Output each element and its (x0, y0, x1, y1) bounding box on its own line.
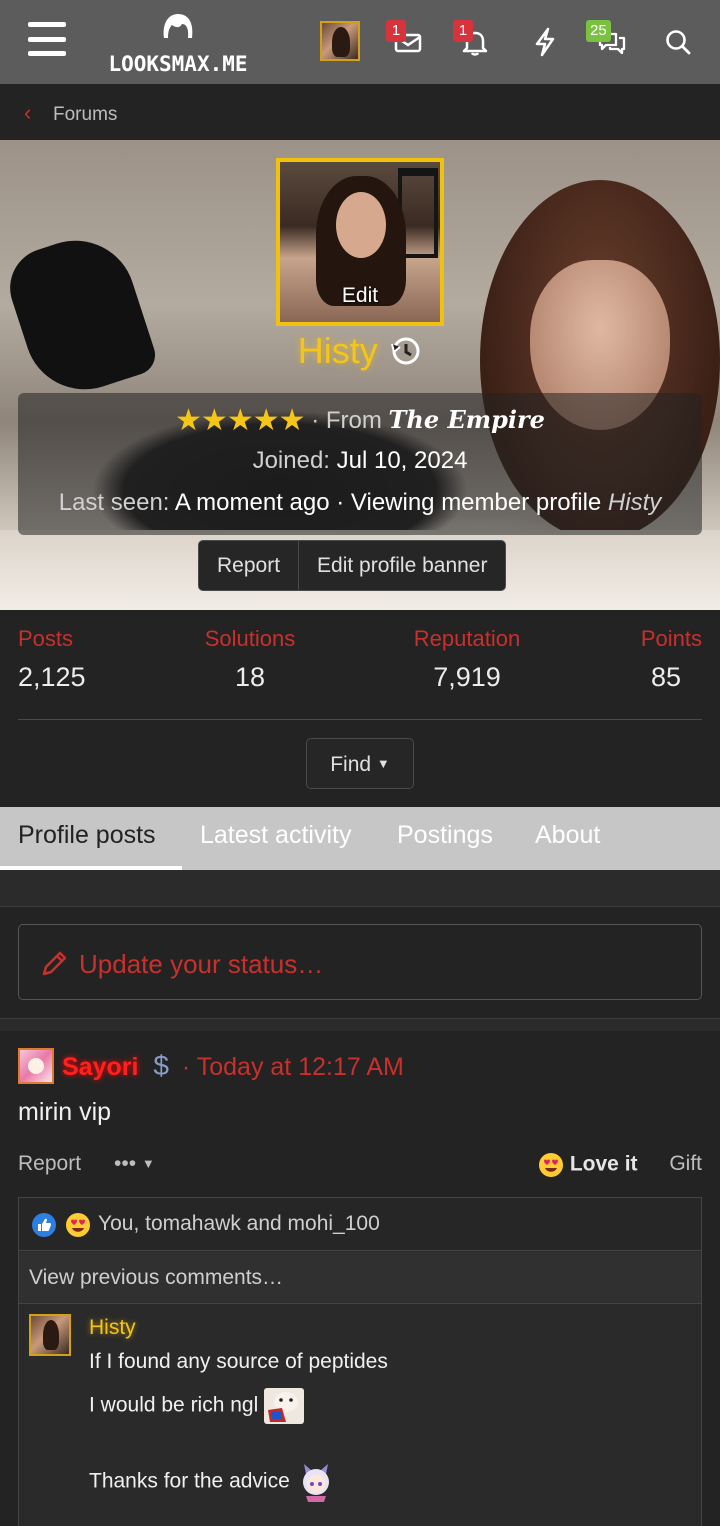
stat-posts[interactable]: Posts 2,125 (18, 626, 90, 693)
username-text: Histy (297, 330, 378, 371)
status-placeholder: Update your status… (79, 949, 324, 979)
find-menu-button[interactable]: Find ▼ (306, 738, 414, 789)
search-button[interactable] (660, 24, 696, 60)
chat-badge: 25 (586, 20, 611, 42)
profile-avatar[interactable]: Edit (276, 158, 444, 326)
cat-eating-emoji-icon (264, 1388, 305, 1424)
update-status-input[interactable]: Update your status… (18, 924, 702, 1000)
post-report-link[interactable]: Report (18, 1152, 81, 1176)
chevron-left-icon[interactable]: ‹ (24, 100, 31, 126)
chat-button[interactable]: 25 (586, 20, 630, 60)
activity-text: · Viewing member profile (336, 489, 602, 516)
reactions-summary[interactable]: You, tomahawk and mohi_100 (19, 1198, 701, 1251)
edit-profile-banner-button[interactable]: Edit profile banner (298, 541, 505, 590)
comment-line-text: I would be rich ngl (89, 1393, 259, 1417)
breadcrumb: ‹ Forums (0, 84, 720, 140)
gift-button[interactable]: Gift (669, 1152, 702, 1176)
comment-author-avatar[interactable] (29, 1314, 71, 1356)
stat-points[interactable]: Points 85 (630, 626, 702, 693)
comment-author[interactable]: Histy (89, 1316, 136, 1340)
stat-value: 18 (234, 662, 266, 692)
pencil-icon (42, 951, 67, 976)
whats-new-button[interactable] (527, 24, 563, 60)
caret-down-icon: ▼ (376, 756, 390, 771)
search-icon (666, 30, 691, 55)
activity-target[interactable]: Histy (608, 489, 661, 516)
tab-postings[interactable]: Postings (397, 807, 493, 870)
divider (0, 870, 720, 907)
last-seen-row: Last seen: A moment ago · Viewing member… (18, 489, 702, 517)
menu-icon[interactable] (28, 22, 66, 56)
stat-value: 7,919 (433, 662, 501, 692)
reactions-text: You, tomahawk and mohi_100 (98, 1212, 380, 1235)
tab-profile-posts[interactable]: Profile posts (0, 807, 182, 870)
top-navigation-bar: LOOKSMAX.ME 1 1 25 (0, 0, 720, 84)
love-it-label: Love it (569, 1152, 638, 1176)
stat-value: 2,125 (18, 662, 86, 692)
profile-username: Histy (0, 330, 720, 372)
comments-section: You, tomahawk and mohi_100 View previous… (18, 1197, 702, 1526)
rank-row: ★★★★★ · From The Empire (18, 403, 702, 438)
comment-line: If I found any source of peptides (89, 1350, 388, 1373)
banner-button-group: Report Edit profile banner (198, 540, 507, 591)
alerts-button[interactable]: 1 (453, 20, 493, 60)
profile-info-box: ★★★★★ · From The Empire Joined: Jul 10, … (18, 393, 702, 535)
anime-girl-emoji-icon (302, 1464, 329, 1502)
ellipsis-icon: ••• (114, 1152, 137, 1175)
view-previous-label: View previous comments… (29, 1266, 284, 1289)
stat-solutions[interactable]: Solutions 18 (194, 626, 306, 693)
like-reaction-icon (32, 1213, 56, 1237)
heart-eyes-emoji-icon (539, 1153, 563, 1177)
logo-text: LOOKSMAX.ME (108, 52, 248, 76)
last-seen-value: A moment ago (174, 489, 330, 516)
avatar-image-detail (336, 192, 386, 258)
rank-stars: ★★★★★ (175, 404, 305, 437)
comment-line: I would be rich ngl (89, 1388, 305, 1424)
from-prefix: · From (311, 407, 382, 434)
joined-date: Jul 10, 2024 (336, 447, 468, 474)
post-header: Sayori $ · Today at 12:17 AM (62, 1050, 404, 1082)
stat-label: Solutions (204, 626, 296, 651)
site-logo[interactable]: LOOKSMAX.ME (96, 12, 260, 76)
conversations-button[interactable]: 1 (386, 20, 426, 60)
divider (0, 1018, 720, 1031)
last-seen-label: Last seen: (58, 489, 170, 516)
history-icon (391, 337, 420, 365)
stat-label: Reputation (413, 626, 521, 651)
stat-value: 85 (650, 662, 682, 692)
view-previous-comments-link[interactable]: View previous comments… (19, 1252, 701, 1304)
comment-line: Thanks for the advice (89, 1462, 336, 1502)
bolt-icon (535, 27, 555, 57)
logo-icon (163, 14, 193, 38)
post-author-avatar[interactable] (18, 1048, 54, 1084)
profile-stats: Posts 2,125 Solutions 18 Reputation 7,91… (18, 626, 702, 720)
comment-line-text: Thanks for the advice (89, 1469, 290, 1493)
find-label: Find (330, 753, 372, 776)
alerts-badge: 1 (453, 20, 473, 42)
joined-row: Joined: Jul 10, 2024 (18, 447, 702, 475)
stat-label: Points (640, 626, 702, 651)
heart-eyes-emoji-icon (66, 1213, 90, 1237)
post-author[interactable]: Sayori (62, 1053, 138, 1081)
avatar-edit-label[interactable]: Edit (280, 284, 440, 308)
conversations-badge: 1 (386, 20, 406, 42)
post-actions: Report ••• ▼ Love it Gift (18, 1152, 702, 1182)
post-body: mirin vip (18, 1098, 112, 1126)
caret-down-icon: ▼ (141, 1156, 155, 1171)
profile-tabs: Profile posts Latest activity Postings A… (0, 807, 720, 870)
banner-image-detail (0, 225, 161, 405)
location-link[interactable]: The Empire (389, 405, 545, 434)
stat-label: Posts (18, 626, 74, 651)
more-options-button[interactable]: ••• ▼ (114, 1152, 155, 1176)
stat-reputation[interactable]: Reputation 7,919 (400, 626, 534, 693)
tab-about[interactable]: About (535, 807, 600, 870)
post-time[interactable]: · Today at 12:17 AM (182, 1053, 404, 1081)
report-button[interactable]: Report (199, 541, 298, 590)
joined-label: Joined: (252, 447, 330, 474)
love-it-button[interactable]: Love it (538, 1152, 638, 1178)
tab-latest-activity[interactable]: Latest activity (200, 807, 351, 870)
avatar[interactable] (320, 21, 360, 61)
breadcrumb-forums-link[interactable]: Forums (53, 104, 117, 126)
dollar-icon: $ (153, 1050, 169, 1081)
